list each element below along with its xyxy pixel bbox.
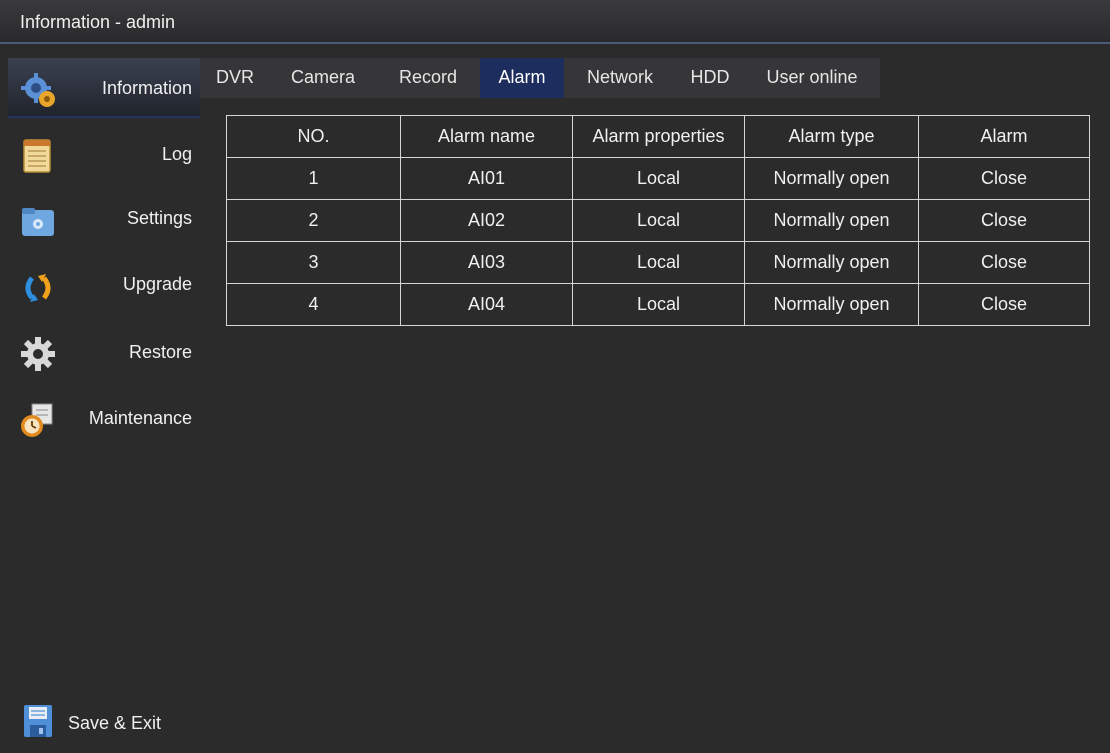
cell-alarm-name: AI01	[400, 157, 573, 200]
cell-alarm-state: Close	[918, 283, 1090, 326]
table-row: 1 AI01 Local Normally open Close	[226, 157, 1090, 200]
table-header-row: NO. Alarm name Alarm properties Alarm ty…	[226, 115, 1090, 158]
gear-info-icon	[21, 73, 55, 107]
cell-alarm-properties: Local	[572, 241, 745, 284]
cell-no: 2	[226, 199, 401, 242]
cell-alarm-name: AI02	[400, 199, 573, 242]
column-header-alarm: Alarm	[918, 115, 1090, 158]
sidebar-item-label: Settings	[126, 208, 192, 228]
sidebar: Information Log Settings Upgrade Restore…	[0, 48, 200, 753]
sidebar-item-information[interactable]: Information	[8, 58, 200, 118]
table-row: 3 AI03 Local Normally open Close	[226, 241, 1090, 284]
cell-alarm-properties: Local	[572, 157, 745, 200]
sidebar-item-label: Restore	[128, 342, 192, 362]
column-header-no: NO.	[226, 115, 401, 158]
tab-user-online[interactable]: User online	[744, 58, 880, 98]
sidebar-item-upgrade[interactable]: Upgrade	[8, 256, 200, 316]
tab-dvr[interactable]: DVR	[200, 58, 270, 98]
tab-record[interactable]: Record	[376, 58, 480, 98]
alarm-table: NO. Alarm name Alarm properties Alarm ty…	[226, 115, 1090, 326]
cell-alarm-type: Normally open	[744, 241, 919, 284]
cell-alarm-name: AI04	[400, 283, 573, 326]
tab-bar: DVR Camera Record Alarm Network HDD User…	[200, 58, 880, 98]
table-row: 4 AI04 Local Normally open Close	[226, 283, 1090, 326]
cell-alarm-state: Close	[918, 157, 1090, 200]
cell-alarm-type: Normally open	[744, 283, 919, 326]
cell-no: 1	[226, 157, 401, 200]
tab-camera[interactable]: Camera	[270, 58, 376, 98]
sidebar-item-label: Log	[161, 144, 192, 164]
cell-alarm-state: Close	[918, 241, 1090, 284]
sidebar-item-restore[interactable]: Restore	[8, 322, 200, 382]
floppy-disk-icon	[24, 705, 52, 737]
save-exit-label: Save & Exit	[68, 713, 162, 733]
gear-icon	[21, 337, 55, 371]
column-header-alarm-name: Alarm name	[400, 115, 573, 158]
cell-alarm-type: Normally open	[744, 199, 919, 242]
cell-alarm-name: AI03	[400, 241, 573, 284]
refresh-arrows-icon	[25, 274, 51, 302]
tab-alarm[interactable]: Alarm	[480, 58, 564, 98]
cell-alarm-type: Normally open	[744, 157, 919, 200]
cell-alarm-properties: Local	[572, 283, 745, 326]
cell-alarm-properties: Local	[572, 199, 745, 242]
sidebar-item-label: Maintenance	[88, 408, 192, 428]
sidebar-item-log[interactable]: Log	[8, 124, 200, 184]
window-title: Information - admin	[20, 12, 176, 32]
sidebar-item-label: Upgrade	[122, 274, 192, 294]
column-header-alarm-type: Alarm type	[744, 115, 919, 158]
tab-network[interactable]: Network	[564, 58, 676, 98]
sidebar-item-maintenance[interactable]: Maintenance	[8, 388, 200, 448]
sidebar-item-settings[interactable]: Settings	[8, 190, 200, 250]
clock-calendar-icon	[21, 403, 53, 437]
cell-alarm-state: Close	[918, 199, 1090, 242]
column-header-alarm-properties: Alarm properties	[572, 115, 745, 158]
settings-folder-icon	[22, 208, 54, 236]
cell-no: 4	[226, 283, 401, 326]
title-bar: Information - admin	[0, 0, 1110, 44]
cell-no: 3	[226, 241, 401, 284]
table-row: 2 AI02 Local Normally open Close	[226, 199, 1090, 242]
notepad-icon	[23, 139, 51, 173]
tab-hdd[interactable]: HDD	[676, 58, 744, 98]
save-exit-button[interactable]: Save & Exit	[8, 693, 200, 753]
sidebar-item-label: Information	[101, 78, 192, 98]
